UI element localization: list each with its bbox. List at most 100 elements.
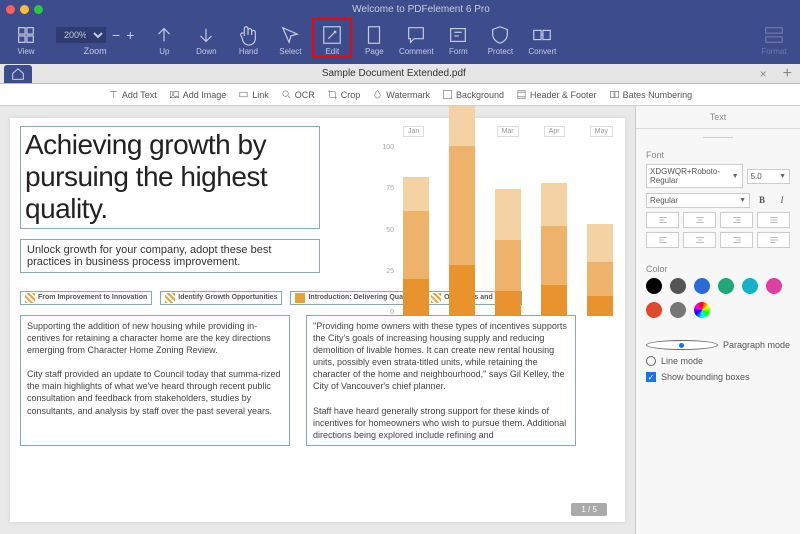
close-tab-button[interactable]: × bbox=[752, 67, 775, 81]
canvas-area[interactable]: Achieving growth by pursuing the highest… bbox=[0, 106, 635, 534]
align-extra2-button[interactable] bbox=[683, 232, 716, 248]
document-title: Sample Document Extended.pdf bbox=[36, 68, 752, 79]
label-icon bbox=[25, 293, 35, 303]
main-toolbar: View 200% − + Zoom Up Down Hand Select E… bbox=[0, 18, 800, 64]
convert-icon bbox=[531, 24, 553, 46]
comment-icon bbox=[405, 24, 427, 46]
format-icon bbox=[763, 24, 785, 46]
comment-button[interactable]: Comment bbox=[398, 20, 434, 56]
bates-button[interactable]: Bates Numbering bbox=[609, 89, 693, 100]
y-tick: 25 bbox=[368, 268, 394, 275]
italic-button[interactable]: I bbox=[774, 192, 790, 208]
color-swatch[interactable] bbox=[694, 278, 710, 294]
color-swatch[interactable] bbox=[646, 302, 662, 318]
edit-icon bbox=[321, 24, 343, 46]
font-section-label: Font bbox=[646, 150, 790, 160]
color-swatch[interactable] bbox=[718, 278, 734, 294]
new-tab-button[interactable]: + bbox=[775, 65, 800, 83]
properties-panel: Text Font XDGWQR+Roboto-Regular▼ 5.0▼ Re… bbox=[635, 106, 800, 534]
add-image-button[interactable]: Add Image bbox=[169, 89, 227, 100]
tab-bar: Sample Document Extended.pdf × + bbox=[0, 64, 800, 84]
zoom-select[interactable]: 200% bbox=[56, 27, 106, 43]
align-justify-button[interactable] bbox=[757, 212, 790, 228]
align-extra3-button[interactable] bbox=[720, 232, 753, 248]
label-icon bbox=[165, 293, 175, 303]
hand-button[interactable]: Hand bbox=[230, 20, 266, 56]
form-button[interactable]: Form bbox=[440, 20, 476, 56]
section-label[interactable]: Identify Growth Opportunities bbox=[160, 291, 282, 305]
bold-button[interactable]: B bbox=[754, 192, 770, 208]
body-column-left[interactable]: Supporting the addition of new housing w… bbox=[20, 315, 290, 446]
y-tick: 50 bbox=[368, 227, 394, 234]
zoom-out-button[interactable]: − bbox=[112, 27, 120, 43]
month-label: Jan bbox=[403, 126, 424, 137]
align-left-button[interactable] bbox=[646, 212, 679, 228]
line-mode-radio[interactable]: Line mode bbox=[646, 356, 790, 366]
select-button[interactable]: Select bbox=[272, 20, 308, 56]
minimize-window-button[interactable] bbox=[20, 5, 29, 14]
align-center-button[interactable] bbox=[683, 212, 716, 228]
link-button[interactable]: Link bbox=[238, 89, 269, 100]
color-swatch[interactable] bbox=[646, 278, 662, 294]
subhead-text[interactable]: Unlock growth for your company, adopt th… bbox=[20, 239, 320, 273]
bar bbox=[449, 106, 475, 316]
format-button: Format bbox=[756, 20, 792, 56]
section-label[interactable]: From Improvement to Innovation bbox=[20, 291, 152, 305]
page-icon bbox=[363, 24, 385, 46]
color-swatches bbox=[646, 278, 790, 318]
protect-icon bbox=[489, 24, 511, 46]
home-tab[interactable] bbox=[4, 65, 32, 83]
header-footer-button[interactable]: Header & Footer bbox=[516, 89, 597, 100]
color-swatch[interactable] bbox=[766, 278, 782, 294]
y-tick: 100 bbox=[368, 144, 394, 151]
page-button[interactable]: Page bbox=[356, 20, 392, 56]
page-indicator: 1 / 5 bbox=[571, 503, 607, 516]
convert-button[interactable]: Convert bbox=[524, 20, 560, 56]
y-tick: 75 bbox=[368, 185, 394, 192]
font-family-select[interactable]: XDGWQR+Roboto-Regular▼ bbox=[646, 164, 743, 188]
edit-button[interactable]: Edit bbox=[314, 20, 350, 56]
align-right-button[interactable] bbox=[720, 212, 753, 228]
headline-text[interactable]: Achieving growth by pursuing the highest… bbox=[20, 126, 320, 229]
font-size-select[interactable]: 5.0▼ bbox=[747, 169, 790, 184]
font-weight-select[interactable]: Regular▼ bbox=[646, 193, 750, 208]
color-swatch[interactable] bbox=[742, 278, 758, 294]
protect-button[interactable]: Protect bbox=[482, 20, 518, 56]
view-button[interactable]: View bbox=[8, 20, 44, 56]
maximize-window-button[interactable] bbox=[34, 5, 43, 14]
down-icon bbox=[195, 24, 217, 46]
up-icon bbox=[153, 24, 175, 46]
up-button[interactable]: Up bbox=[146, 20, 182, 56]
color-section-label: Color bbox=[646, 264, 790, 274]
y-tick: 0 bbox=[368, 309, 394, 316]
bar bbox=[541, 183, 567, 316]
title-bar: Welcome to PDFelement 6 Pro bbox=[0, 0, 800, 18]
align-extra1-button[interactable] bbox=[646, 232, 679, 248]
pdf-page: Achieving growth by pursuing the highest… bbox=[10, 118, 625, 522]
color-swatch[interactable] bbox=[670, 278, 686, 294]
app-title: Welcome to PDFelement 6 Pro bbox=[48, 4, 794, 15]
add-text-button[interactable]: Add Text bbox=[108, 89, 157, 100]
close-window-button[interactable] bbox=[6, 5, 15, 14]
edit-sub-toolbar: Add Text Add Image Link OCR Crop Waterma… bbox=[0, 84, 800, 106]
bar-chart: JanFebMarAprMay 1007550250 bbox=[368, 126, 613, 316]
ocr-button[interactable]: OCR bbox=[281, 89, 315, 100]
view-icon bbox=[15, 24, 37, 46]
month-label: Apr bbox=[544, 126, 565, 137]
bar bbox=[403, 177, 429, 316]
align-extra4-button[interactable] bbox=[757, 232, 790, 248]
zoom-control: 200% − + Zoom bbox=[56, 20, 134, 56]
body-column-right[interactable]: "Providing home owners with these types … bbox=[306, 315, 576, 446]
hand-icon bbox=[237, 24, 259, 46]
paragraph-mode-radio[interactable]: Paragraph mode bbox=[646, 340, 790, 350]
color-swatch[interactable] bbox=[670, 302, 686, 318]
down-button[interactable]: Down bbox=[188, 20, 224, 56]
crop-button[interactable]: Crop bbox=[327, 89, 361, 100]
watermark-button[interactable]: Watermark bbox=[372, 89, 430, 100]
color-swatch[interactable] bbox=[694, 302, 710, 318]
show-bounding-boxes-checkbox[interactable]: ✓Show bounding boxes bbox=[646, 372, 790, 382]
background-button[interactable]: Background bbox=[442, 89, 504, 100]
zoom-in-button[interactable]: + bbox=[126, 27, 134, 43]
bar bbox=[587, 224, 613, 316]
panel-title: Text bbox=[636, 106, 800, 129]
